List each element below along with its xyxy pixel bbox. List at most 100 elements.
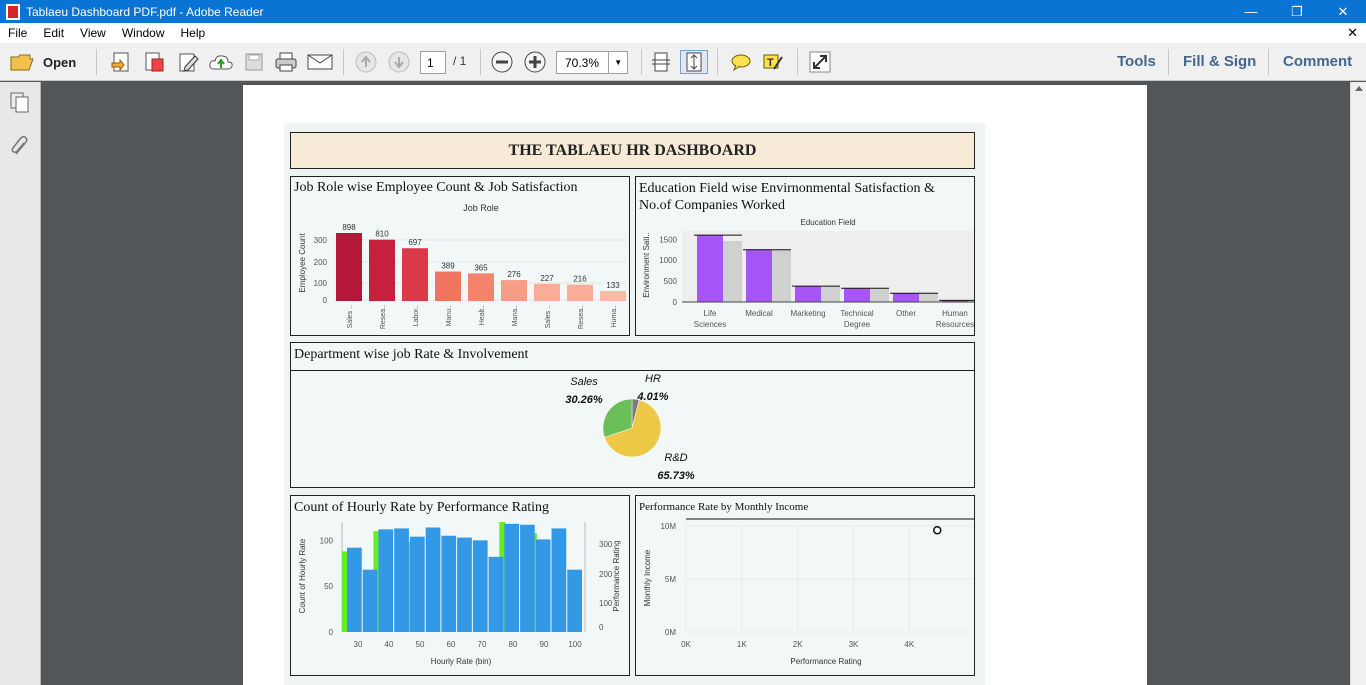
save-button[interactable] [242, 50, 266, 74]
fit-width-button[interactable] [680, 50, 708, 74]
fit-width-icon [686, 52, 702, 72]
education-panel: Education Field wise Envirnonmental Sati… [635, 176, 975, 336]
y-axis-label: Count of Hourly Rate [298, 538, 307, 613]
performance-scatter-chart: 10M 5M 0M 0K 1K 2K 3K 4K Monthly Income Performan… [643, 518, 974, 666]
bar [435, 271, 461, 301]
bar [567, 284, 593, 301]
tools-link[interactable]: Tools [1117, 53, 1156, 70]
y-right-tick-label: 100 [599, 599, 613, 608]
minimize-button[interactable]: — [1228, 0, 1274, 23]
save-icon [245, 53, 263, 71]
open-button[interactable]: Open [10, 50, 80, 74]
count-bar [441, 535, 457, 632]
page-total: / 1 [453, 54, 467, 68]
fit-page-button[interactable] [648, 50, 674, 74]
x-tick-label: Huma.. [611, 305, 618, 328]
x-tick-label: 3K [849, 640, 859, 649]
upload-button[interactable] [208, 50, 234, 74]
job-role-panel-title: Job Role wise Employee Count & Job Satis… [294, 180, 578, 195]
pie-value-label: 4.01% [636, 391, 668, 403]
x-tick-label: Human [942, 309, 968, 318]
fill-sign-link[interactable]: Fill & Sign [1183, 53, 1256, 70]
pie-category-label: Sales [570, 376, 598, 388]
comment-link[interactable]: Comment [1283, 53, 1352, 70]
count-bar [378, 529, 394, 632]
zoom-in-button[interactable] [523, 50, 547, 74]
x-tick-label: Resea.. [380, 305, 387, 329]
zoom-select[interactable]: 70.3% ▼ [556, 51, 628, 74]
printer-icon [275, 52, 297, 72]
x-tick-label: Medical [745, 309, 773, 318]
page-number-input[interactable]: 1 [420, 51, 446, 74]
x-tick-label: 4K [904, 640, 914, 649]
count-bar [347, 547, 362, 632]
x-tick-label: 100 [568, 640, 582, 649]
next-page-button[interactable] [387, 50, 411, 74]
edit-pdf-button[interactable] [175, 50, 201, 74]
x-axis-label: Hourly Rate (bin) [431, 657, 492, 666]
bar [600, 290, 626, 301]
cloud-upload-icon [209, 55, 233, 70]
y-tick-label: 500 [664, 277, 678, 286]
restore-button[interactable]: ❐ [1274, 0, 1320, 23]
count-bar [520, 524, 535, 632]
y-tick-label: 50 [324, 582, 333, 591]
x-tick-label: Manu.. [446, 305, 453, 326]
y-tick-label: 1500 [659, 235, 677, 244]
menu-help[interactable]: Help [173, 26, 214, 40]
x-tick-label: 0K [681, 640, 691, 649]
highlight-button[interactable]: T [760, 50, 786, 74]
close-button[interactable]: ✕ [1320, 0, 1366, 23]
menu-window[interactable]: Window [114, 26, 173, 40]
count-bar [551, 528, 567, 632]
y-right-tick-label: 300 [599, 540, 613, 549]
vertical-scrollbar[interactable] [1350, 82, 1366, 685]
attachments-paperclip-icon[interactable] [9, 134, 31, 158]
dashboard: THE TABLAEU HR DASHBOARD Job Role wise E… [284, 123, 985, 685]
x-tick-label: 40 [385, 640, 394, 649]
sticky-note-button[interactable] [728, 50, 754, 74]
bar-value-label: 227 [540, 274, 554, 283]
x-tick-label: Degree [844, 320, 871, 329]
zoom-out-button[interactable] [490, 50, 514, 74]
chart-title: Education Field [800, 218, 855, 227]
bar [468, 273, 494, 301]
print-button[interactable] [273, 50, 299, 74]
scroll-up-icon[interactable] [1355, 86, 1363, 91]
menu-bar: File Edit View Window Help ✕ [0, 23, 1366, 43]
page-thumbnails-icon[interactable] [9, 91, 31, 113]
toolbar: Open 1 / 1 70.3% ▼ T Tools Fill & Sign C… [0, 43, 1366, 81]
arrow-up-circle-icon [355, 51, 377, 73]
y-tick-label: 1000 [659, 256, 677, 265]
y-tick-label: 10M [660, 522, 676, 531]
pie-category-label: R&D [664, 452, 687, 464]
bar-value-label: 133 [606, 281, 620, 290]
hourly-rate-panel: Count of Hourly Rate by Performance Rati… [290, 495, 630, 676]
dashboard-title: THE TABLAEU HR DASHBOARD [508, 142, 757, 159]
bar [844, 288, 870, 302]
acrobat-icon [6, 3, 20, 20]
x-tick-label: 80 [509, 640, 518, 649]
y-axis-right-label: Performance Rating [612, 540, 621, 611]
combine-files-button[interactable] [141, 50, 167, 74]
full-screen-button[interactable] [806, 50, 834, 74]
bar [534, 283, 560, 301]
count-bar [457, 537, 472, 632]
pie-category-label: HR [645, 373, 661, 385]
hourly-rate-chart: Count of Hourly Rate Performance Rating10… [298, 522, 621, 666]
expand-icon [809, 51, 831, 73]
email-button[interactable] [306, 50, 334, 74]
x-tick-label: 30 [354, 640, 363, 649]
close-document-icon[interactable]: ✕ [1347, 25, 1358, 41]
bar [369, 239, 395, 301]
menu-view[interactable]: View [72, 26, 114, 40]
previous-page-button[interactable] [354, 50, 378, 74]
menu-edit[interactable]: Edit [35, 26, 72, 40]
combine-files-icon [145, 52, 164, 72]
y-right-tick-label: 0 [599, 623, 604, 632]
x-tick-label: Marketing [790, 309, 825, 318]
create-pdf-button[interactable] [108, 50, 134, 74]
y-tick-label: 100 [320, 536, 334, 545]
menu-file[interactable]: File [0, 26, 35, 40]
bar-value-label: 216 [573, 275, 587, 284]
